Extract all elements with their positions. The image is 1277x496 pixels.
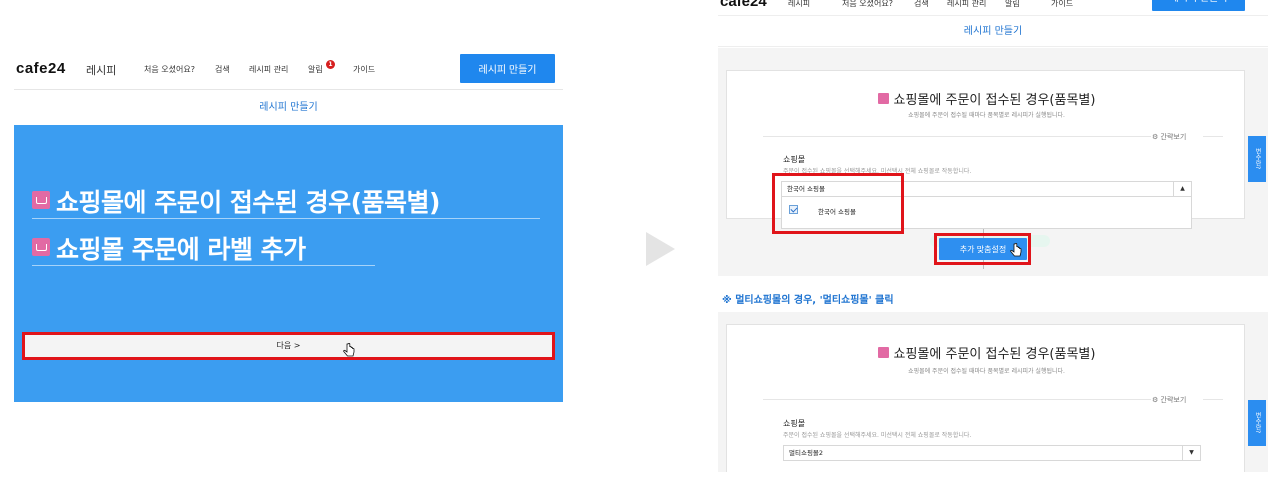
trigger-section-multi: 쇼핑몰에 주문이 접수된 경우(품목별) 쇼핑몰에 주문이 접수될 때마다 품목… bbox=[718, 312, 1268, 472]
trigger-card-title: 쇼핑몰에 주문이 접수된 경우(품목별) bbox=[727, 89, 1246, 108]
next-step-arrow-icon bbox=[646, 232, 675, 266]
top-navigation: cafe24 레시피 처음 오셨어요? 검색 레시피 관리 알림 가이드 레시피… bbox=[718, 0, 1268, 12]
divider bbox=[763, 399, 1151, 400]
hero-action-line: 쇼핑몰 주문에 라벨 추가 bbox=[32, 230, 306, 266]
gear-icon: ⚙ bbox=[1152, 133, 1161, 141]
nav-recipe-manage[interactable]: 레시피 관리 bbox=[249, 64, 288, 75]
chevron-down-icon[interactable]: ▼ bbox=[1182, 446, 1200, 460]
shopping-mall-label: 쇼핑몰 bbox=[783, 155, 806, 164]
right-screenshot: cafe24 레시피 처음 오셨어요? 검색 레시피 관리 알림 가이드 레시피… bbox=[718, 0, 1268, 496]
hero-underline bbox=[32, 218, 540, 219]
notification-badge: 1 bbox=[326, 60, 335, 69]
trigger-card-title-text: 쇼핑몰에 주문이 접수된 경우(품목별) bbox=[893, 347, 1096, 362]
pointer-cursor-icon bbox=[343, 343, 355, 357]
shopping-mall-label: 쇼핑몰 bbox=[783, 419, 806, 428]
hero-action-text: 쇼핑몰 주문에 라벨 추가 bbox=[56, 235, 306, 264]
simple-view-label: 간략보기 bbox=[1160, 396, 1187, 404]
simple-view-toggle[interactable]: ⚙ 간략보기 bbox=[1152, 132, 1186, 142]
logo-recipe-label: 레시피 bbox=[788, 0, 811, 8]
shopping-bag-icon bbox=[877, 93, 889, 104]
trigger-card-description: 쇼핑몰에 주문이 접수될 때마다 품목별로 레시피가 실행됩니다. bbox=[908, 368, 1065, 375]
hero-trigger-text: 쇼핑몰에 주문이 접수된 경우(품목별) bbox=[56, 188, 440, 217]
gear-icon: ⚙ bbox=[1152, 396, 1161, 404]
shopping-mall-select[interactable]: 멀티쇼핑몰2 ▼ bbox=[783, 445, 1201, 461]
logo-recipe-label: 레시피 bbox=[86, 64, 117, 77]
page-subtitle: 레시피 만들기 bbox=[718, 15, 1268, 47]
hero-trigger-line: 쇼핑몰에 주문이 접수된 경우(품목별) bbox=[32, 183, 440, 219]
trigger-card-description: 쇼핑몰에 주문이 접수될 때마다 품목별로 레시피가 실행됩니다. bbox=[908, 112, 1065, 119]
divider bbox=[1203, 136, 1223, 137]
shopping-bag-icon bbox=[32, 238, 50, 256]
variables-help-tab[interactable]: 변수란? bbox=[1248, 400, 1266, 446]
shopping-bag-icon bbox=[877, 347, 889, 358]
nav-guide[interactable]: 가이드 bbox=[1051, 0, 1073, 9]
multi-mall-note: ※ 멀티쇼핑몰의 경우, '멀티쇼핑몰' 클릭 bbox=[722, 295, 894, 306]
create-recipe-button[interactable]: 레시피 만들기 bbox=[1152, 0, 1245, 11]
divider bbox=[1203, 399, 1223, 400]
nav-first-visit[interactable]: 처음 오셨어요? bbox=[144, 64, 195, 75]
nav-search[interactable]: 검색 bbox=[215, 64, 230, 75]
highlight-box bbox=[772, 173, 904, 234]
cafe24-logo[interactable]: cafe24 bbox=[16, 60, 66, 77]
shopping-mall-help: 주문이 접수된 쇼핑몰을 선택해주세요. 미선택시 전체 쇼핑몰로 작동합니다. bbox=[783, 432, 972, 439]
nav-search[interactable]: 검색 bbox=[914, 0, 929, 9]
create-recipe-button[interactable]: 레시피 만들기 bbox=[460, 54, 555, 83]
nav-notifications[interactable]: 알림 bbox=[308, 64, 323, 75]
top-navigation: cafe24 레시피 처음 오셨어요? 검색 레시피 관리 알림 1 가이드 레… bbox=[14, 50, 563, 90]
trigger-section: 쇼핑몰에 주문이 접수된 경우(품목별) 쇼핑몰에 주문이 접수될 때마다 품목… bbox=[718, 48, 1268, 276]
nav-first-visit[interactable]: 처음 오셨어요? bbox=[842, 0, 893, 9]
pointer-cursor-icon bbox=[1010, 243, 1022, 257]
trigger-card-title: 쇼핑몰에 주문이 접수된 경우(품목별) bbox=[727, 343, 1246, 362]
cafe24-logo[interactable]: cafe24 bbox=[720, 0, 767, 10]
hero-underline bbox=[32, 265, 375, 266]
select-value: 멀티쇼핑몰2 bbox=[789, 449, 824, 457]
chevron-up-icon[interactable]: ▲ bbox=[1173, 182, 1191, 196]
variables-help-tab[interactable]: 변수란? bbox=[1248, 136, 1266, 182]
nav-guide[interactable]: 가이드 bbox=[353, 64, 375, 75]
trigger-card-multi: 쇼핑몰에 주문이 접수된 경우(품목별) 쇼핑몰에 주문이 접수될 때마다 품목… bbox=[726, 324, 1245, 472]
nav-notifications[interactable]: 알림 bbox=[1005, 0, 1020, 9]
nav-recipe-manage[interactable]: 레시피 관리 bbox=[947, 0, 986, 9]
simple-view-label: 간략보기 bbox=[1160, 133, 1187, 141]
trigger-card-title-text: 쇼핑몰에 주문이 접수된 경우(품목별) bbox=[893, 93, 1096, 108]
left-screenshot: cafe24 레시피 처음 오셨어요? 검색 레시피 관리 알림 1 가이드 레… bbox=[14, 50, 563, 402]
divider bbox=[763, 136, 1151, 137]
hero-banner: 쇼핑몰에 주문이 접수된 경우(품목별) 쇼핑몰 주문에 라벨 추가 다음 > bbox=[14, 125, 563, 402]
next-button[interactable]: 다음 > bbox=[22, 332, 555, 360]
page-subtitle: 레시피 만들기 bbox=[259, 102, 318, 113]
shopping-bag-icon bbox=[32, 191, 50, 209]
simple-view-toggle[interactable]: ⚙ 간략보기 bbox=[1152, 395, 1186, 405]
